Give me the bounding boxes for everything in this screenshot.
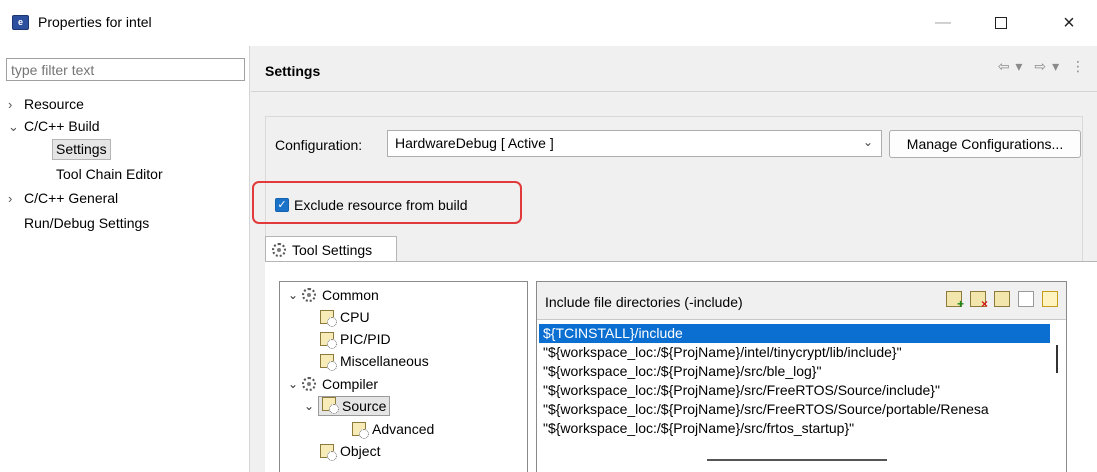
tree-item-label: CPU (340, 309, 370, 325)
tool-tree: ⌄ Common CPU PIC/PID Miscellaneous ⌄ Compi… (279, 281, 528, 472)
configuration-select[interactable]: HardwareDebug [ Active ] ⌄ (387, 130, 882, 157)
view-menu-icon[interactable]: ⋮ (1071, 58, 1087, 74)
chevron-down-icon[interactable]: ⌄ (288, 373, 302, 395)
window-title: Properties for intel (38, 14, 152, 30)
settings-header: Settings ⇦ ▾ ⇨ ▾ ⋮ (251, 46, 1097, 92)
tree-item-pic-pid[interactable]: PIC/PID (320, 328, 391, 350)
sidebar: ›Resource ⌄C/C++ Build Settings Tool Cha… (0, 46, 250, 472)
chevron-down-icon[interactable]: ⌄ (288, 284, 302, 306)
sidebar-item-cpp-general[interactable]: › C/C++ General (8, 187, 118, 209)
sidebar-item-label: Settings (52, 139, 111, 160)
tree-item-label: PIC/PID (340, 331, 391, 347)
include-list: ${TCINSTALL}/include "${workspace_loc:/$… (539, 324, 1050, 444)
close-icon: × (1063, 11, 1075, 34)
exclude-label: Exclude resource from build (294, 197, 468, 213)
list-item[interactable]: "${workspace_loc:/${ProjName}/src/ble_lo… (539, 362, 1050, 381)
sidebar-item-settings[interactable]: Settings (52, 138, 111, 160)
include-header: Include file directories (-include) (537, 282, 1066, 320)
exclude-resource-checkbox-row[interactable]: ✓ Exclude resource from build (275, 197, 468, 213)
history-nav: ⇦ ▾ ⇨ ▾ ⋮ (994, 58, 1087, 75)
include-directories-panel: Include file directories (-include) ${TC… (536, 281, 1067, 472)
configuration-label: Configuration: (275, 137, 363, 153)
tree-item-label: Object (340, 443, 381, 459)
page-gear-icon (320, 310, 337, 327)
tree-item-advanced[interactable]: Advanced (352, 418, 434, 440)
tree-item-label: Miscellaneous (340, 353, 429, 369)
sidebar-item-label: C/C++ General (24, 190, 119, 206)
tree-item-compiler[interactable]: ⌄ Compiler (288, 373, 378, 395)
tree-item-object[interactable]: Object (320, 440, 380, 462)
tree-item-label: Common (322, 287, 379, 303)
tree-item-miscellaneous[interactable]: Miscellaneous (320, 350, 429, 372)
exclude-checkbox[interactable]: ✓ (275, 198, 289, 212)
forward-menu-icon[interactable]: ▾ (1052, 58, 1061, 74)
sidebar-item-label: Resource (24, 96, 84, 112)
back-menu-icon[interactable]: ▾ (1015, 58, 1024, 74)
tree-item-source[interactable]: ⌄ Source (304, 395, 391, 417)
chevron-down-icon: ⌄ (862, 135, 873, 149)
tree-item-label: Compiler (322, 376, 379, 392)
list-item[interactable]: "${workspace_loc:/${ProjName}/src/FreeRT… (539, 400, 1050, 419)
settings-panel: Settings ⇦ ▾ ⇨ ▾ ⋮ Configuration: Hardware… (251, 46, 1097, 472)
page-gear-icon (352, 422, 369, 439)
back-arrow-icon[interactable]: ⇦ (998, 58, 1012, 74)
edit-icon[interactable] (994, 291, 1010, 307)
tree-item-label: Source (342, 398, 387, 414)
sidebar-item-label: Tool Chain Editor (56, 166, 163, 182)
tree-item-common[interactable]: ⌄ Common (288, 284, 379, 306)
manage-configurations-button[interactable]: Manage Configurations... (889, 130, 1081, 158)
page-title: Settings (265, 63, 321, 79)
sidebar-item-label: Run/Debug Settings (24, 215, 150, 231)
tree-item-selected: Source (318, 396, 391, 416)
horizontal-scrollbar[interactable] (707, 459, 887, 461)
sidebar-item-run-debug-settings[interactable]: Run/Debug Settings (24, 212, 149, 234)
close-button[interactable]: × (1046, 0, 1092, 46)
sidebar-item-label: C/C++ Build (24, 118, 100, 134)
vertical-scrollbar[interactable] (1056, 345, 1058, 373)
list-item[interactable]: "${workspace_loc:/${ProjName}/src/FreeRT… (539, 381, 1050, 400)
page-gear-icon (320, 354, 337, 371)
page-gear-icon (322, 397, 339, 414)
tree-item-label: Advanced (372, 421, 435, 437)
chevron-down-icon[interactable]: ⌄ (304, 395, 318, 417)
configuration-value: HardwareDebug [ Active ] (395, 135, 554, 151)
gear-icon (302, 377, 316, 391)
tree-item-cpu[interactable]: CPU (320, 306, 370, 328)
minimize-button[interactable]: — (920, 0, 966, 46)
move-down-icon[interactable] (1042, 291, 1058, 307)
maximize-button[interactable] (978, 0, 1024, 46)
chevron-right-icon[interactable]: › (8, 188, 24, 210)
sidebar-item-tool-chain-editor[interactable]: Tool Chain Editor (56, 163, 163, 185)
sidebar-item-resource[interactable]: › Resource (8, 93, 84, 115)
filter-input[interactable] (6, 58, 245, 81)
sidebar-item-cpp-build[interactable]: ⌄ C/C++ Build (8, 115, 99, 137)
list-item[interactable]: ${TCINSTALL}/include (539, 324, 1050, 343)
page-gear-icon (320, 332, 337, 349)
include-toolbar (946, 291, 1058, 311)
list-item[interactable]: "${workspace_loc:/${ProjName}/src/frtos_… (539, 419, 1050, 438)
gear-icon (272, 242, 286, 257)
title-bar: e Properties for intel — × (0, 0, 1097, 46)
include-title: Include file directories (-include) (545, 294, 743, 310)
eclipse-app-icon: e (12, 15, 29, 30)
chevron-right-icon[interactable]: › (8, 94, 24, 116)
tab-tool-settings[interactable]: Tool Settings (265, 236, 397, 262)
page-gear-icon (320, 444, 337, 461)
chevron-down-icon[interactable]: ⌄ (8, 116, 24, 138)
tab-label: Tool Settings (292, 241, 373, 258)
list-item[interactable]: "${workspace_loc:/${ProjName}/intel/tiny… (539, 343, 1050, 362)
maximize-icon (995, 17, 1007, 29)
forward-arrow-icon[interactable]: ⇨ (1034, 58, 1048, 74)
add-icon[interactable] (946, 291, 964, 311)
delete-icon[interactable] (970, 291, 988, 311)
gear-icon (302, 288, 316, 302)
move-up-icon[interactable] (1018, 291, 1034, 307)
